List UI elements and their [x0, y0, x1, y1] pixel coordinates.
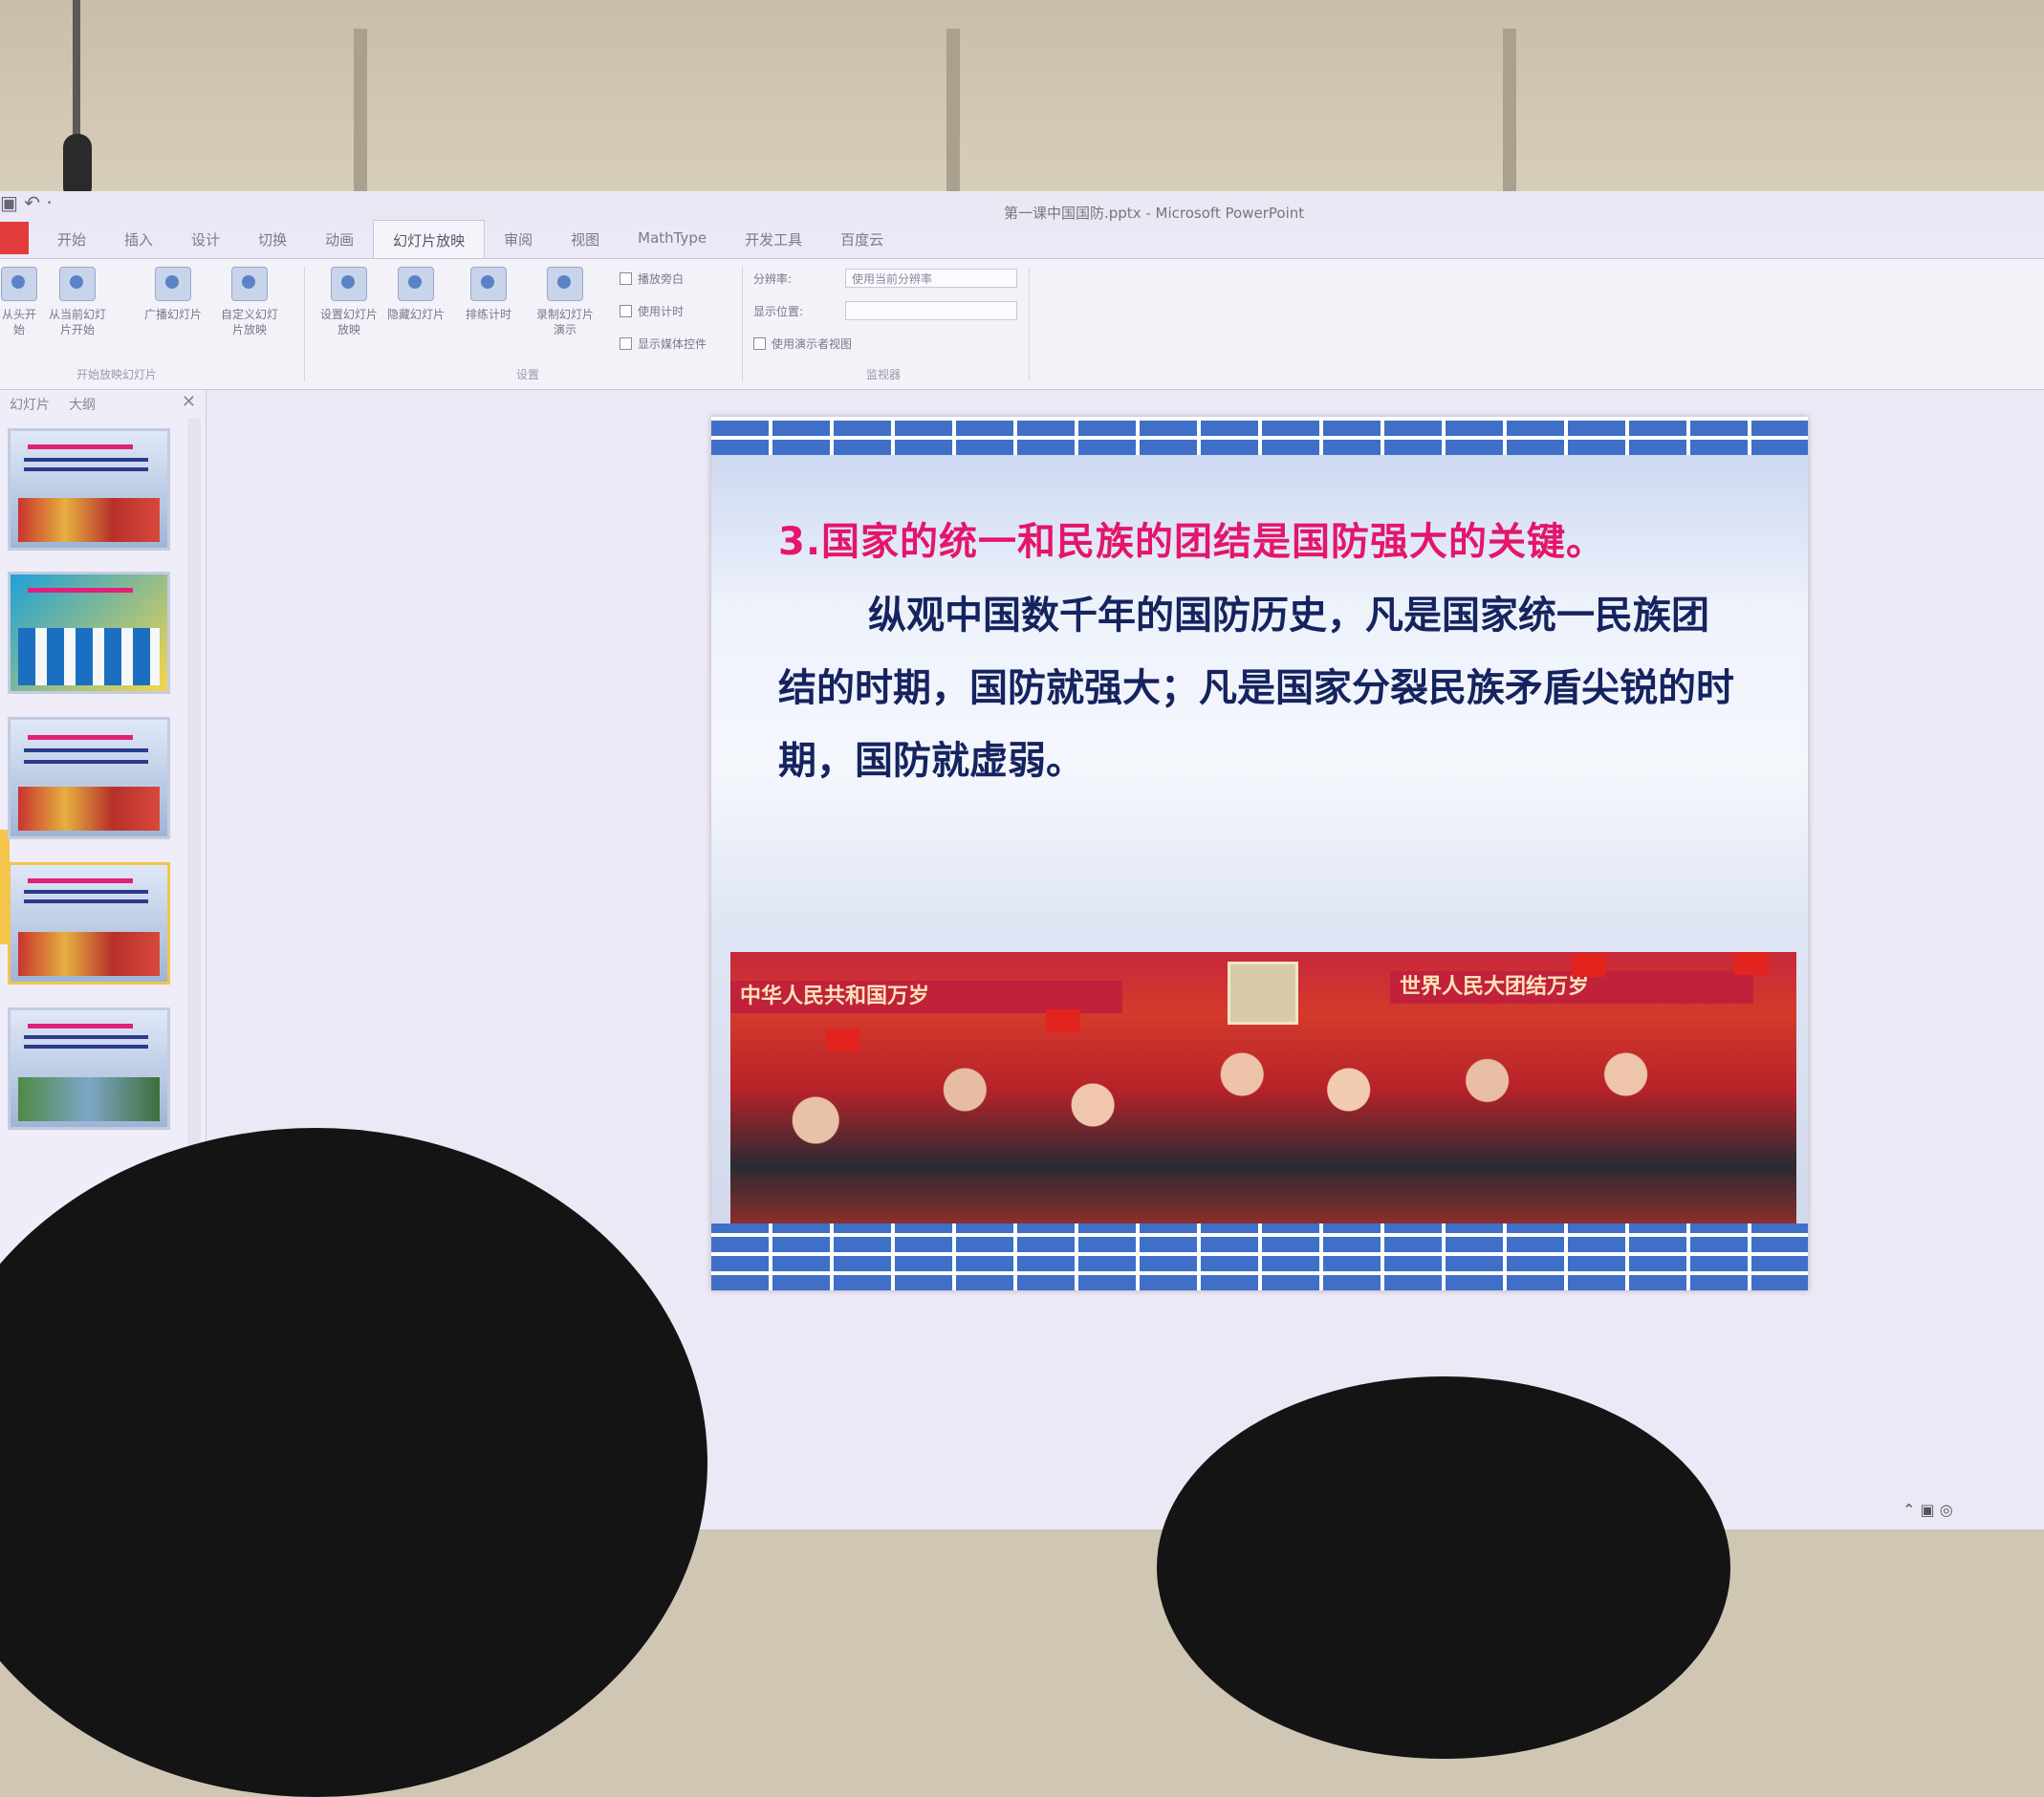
quick-access-toolbar[interactable]: ▣ ↶ · [0, 191, 53, 214]
panel-scrollbar[interactable] [187, 419, 201, 1241]
portrait-image [1228, 962, 1298, 1025]
group-separator [742, 267, 743, 381]
tab-design[interactable]: 设计 [172, 220, 239, 258]
play-narrations-checkbox[interactable]: 播放旁白 [620, 271, 684, 287]
tab-view[interactable]: 视图 [552, 220, 619, 258]
custom-show-button[interactable]: 自定义幻灯片放映 [216, 267, 283, 337]
current-slide[interactable]: 3.国家的统一和民族的团结是国防强大的关键。 纵观中国数千年的国防历史，凡是国家… [711, 417, 1808, 1290]
tab-developer[interactable]: 开发工具 [726, 220, 821, 258]
audience-head [1157, 1376, 1730, 1759]
broadcast-icon [155, 267, 191, 301]
slide-thumbnail[interactable] [8, 428, 170, 551]
checkbox-icon [620, 337, 632, 350]
window-title: 第一课中国国防.pptx - Microsoft PowerPoint [1004, 205, 1305, 222]
slide-thumbnail[interactable] [8, 717, 170, 839]
ribbon-tabs: 开始 插入 设计 切换 动画 幻灯片放映 审阅 视图 MathType 开发工具… [38, 220, 902, 258]
classroom-wall [0, 0, 2044, 206]
slideshow-icon [1, 267, 37, 301]
show-media-controls-checkbox[interactable]: 显示媒体控件 [620, 336, 707, 352]
hide-slide-button[interactable]: 隐藏幻灯片 [382, 267, 449, 322]
use-timings-checkbox[interactable]: 使用计时 [620, 303, 684, 319]
great-wall-border-top [711, 417, 1808, 455]
tab-transitions[interactable]: 切换 [239, 220, 306, 258]
ribbon: 从头开始 从当前幻灯片开始 广播幻灯片 自定义幻灯片放映 开始放映幻灯片 设置幻… [0, 258, 2044, 390]
resolution-dropdown[interactable]: 使用当前分辨率 [845, 269, 1017, 288]
great-wall-border-bottom [711, 1223, 1808, 1290]
tab-mathtype[interactable]: MathType [619, 220, 726, 258]
flag [1046, 1009, 1080, 1032]
resolution-label: 分辨率: [753, 272, 793, 286]
from-current-slide-button[interactable]: 从当前幻灯片开始 [44, 267, 111, 337]
group-separator [304, 267, 305, 381]
timer-icon [470, 267, 507, 301]
group-label-monitors: 监视器 [866, 368, 902, 381]
broadcast-button[interactable]: 广播幻灯片 [140, 267, 207, 322]
hide-slide-icon [398, 267, 434, 301]
checkbox-icon [620, 272, 632, 285]
checkbox-icon [620, 305, 632, 317]
tray-icons: ⌃ ▣ ◎ [1903, 1501, 1953, 1519]
group-label-start-show: 开始放映幻灯片 [76, 368, 158, 381]
slide-body-text: 纵观中国数千年的国防历史，凡是国家统一民族团结的时期，国防就强大；凡是国家分裂民… [778, 594, 1734, 783]
group-separator [1029, 267, 1030, 381]
from-beginning-button[interactable]: 从头开始 [0, 267, 38, 337]
wall-pillar [946, 29, 960, 201]
wall-pillar [354, 29, 367, 201]
record-show-button[interactable]: 录制幻灯片演示 [532, 267, 598, 337]
tab-outline[interactable]: 大纲 [59, 390, 105, 417]
tab-review[interactable]: 审阅 [485, 220, 552, 258]
flag [826, 1028, 860, 1051]
file-tab[interactable] [0, 222, 29, 254]
record-icon [547, 267, 583, 301]
custom-show-icon [231, 267, 268, 301]
tab-slide-show[interactable]: 幻灯片放映 [373, 220, 486, 258]
flag [1734, 952, 1769, 975]
microphone [59, 0, 94, 206]
tab-insert[interactable]: 插入 [105, 220, 172, 258]
slide-title: 3.国家的统一和民族的团结是国防强大的关键。 [778, 520, 1606, 564]
tab-home[interactable]: 开始 [38, 220, 105, 258]
slide-thumbnail[interactable] [8, 1007, 170, 1130]
group-label-setup: 设置 [516, 368, 540, 381]
slideshow-icon [59, 267, 96, 301]
panel-tabs: 幻灯片 大纲 [0, 390, 206, 417]
setup-icon [331, 267, 367, 301]
tab-slides[interactable]: 幻灯片 [0, 390, 59, 417]
tab-animations[interactable]: 动画 [306, 220, 373, 258]
rehearse-timings-button[interactable]: 排练计时 [455, 267, 522, 322]
show-on-dropdown[interactable] [845, 301, 1017, 320]
checkbox-icon [753, 337, 766, 350]
presenter-view-checkbox[interactable]: 使用演示者视图 [753, 336, 852, 352]
show-on-label: 显示位置: [753, 305, 804, 318]
flag [1572, 954, 1606, 977]
photo-banner-left: 中华人民共和国万岁 [730, 981, 1122, 1013]
tab-baidu-cloud[interactable]: 百度云 [821, 220, 902, 258]
wall-pillar [1503, 29, 1516, 201]
ethnic-groups-photo: 中华人民共和国万岁 世界人民大团结万岁 [730, 952, 1796, 1258]
close-icon[interactable]: ✕ [182, 392, 196, 412]
slide-thumbnail[interactable] [8, 572, 170, 694]
setup-show-button[interactable]: 设置幻灯片放映 [315, 267, 382, 337]
slide-thumbnail-selected[interactable] [8, 862, 170, 985]
